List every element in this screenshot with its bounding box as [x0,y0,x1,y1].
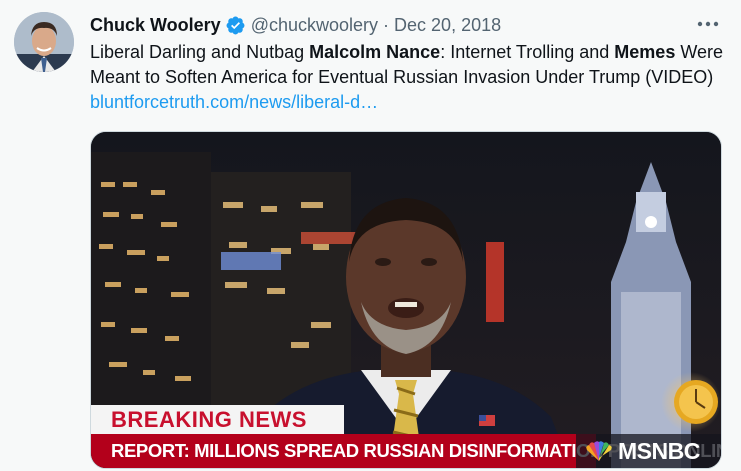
keyword-memes: Memes [614,42,676,62]
tweet[interactable]: Chuck Woolery @chuckwoolery · Dec 20, 20… [0,0,741,471]
tweet-header: Chuck Woolery @chuckwoolery · Dec 20, 20… [90,13,727,37]
more-options-icon[interactable] [695,14,721,34]
network-logo: MSNBC [576,434,721,468]
video-media[interactable]: BREAKING NEWS REPORT: MILLIONS SPREAD RU… [90,131,722,469]
author-name[interactable]: Chuck Woolery [90,15,221,36]
author-handle[interactable]: @chuckwoolery [251,15,378,36]
article-link[interactable]: bluntforcetruth.com/news/liberal-d… [90,92,378,112]
separator-dot: · [383,14,390,35]
breaking-news-label: BREAKING NEWS [91,405,344,434]
news-headline: REPORT: MILLIONS SPREAD RUSSIAN DISINFOR… [91,434,721,468]
avatar[interactable] [14,12,74,72]
tweet-text-part1: Liberal Darling and Nutbag [90,42,310,62]
peacock-logo-icon [584,440,614,462]
verified-badge-icon [225,15,246,36]
tweet-text-part2: : Internet Trolling and [440,42,615,62]
mention-malcolm-nance: Malcolm Nance [309,42,441,62]
tweet-date[interactable]: Dec 20, 2018 [394,15,501,36]
tweet-text: Liberal Darling and Nutbag Malcolm Nance… [90,40,725,115]
network-name: MSNBC [618,437,700,464]
